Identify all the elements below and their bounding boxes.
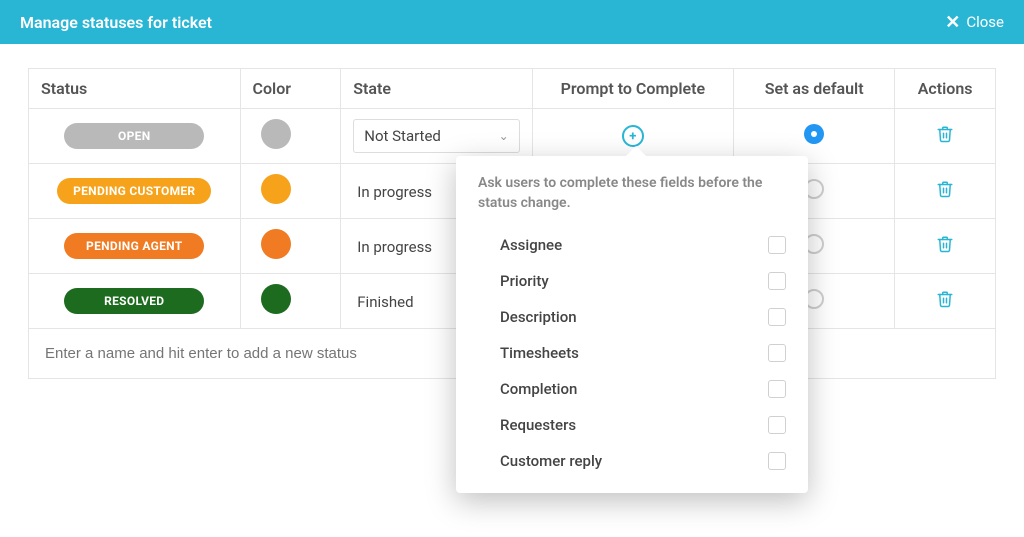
modal-title: Manage statuses for ticket bbox=[20, 13, 212, 32]
delete-icon[interactable] bbox=[936, 179, 954, 203]
color-swatch[interactable] bbox=[261, 229, 291, 259]
default-radio[interactable] bbox=[804, 124, 824, 144]
prompt-field-item: Completion bbox=[500, 371, 786, 407]
prompt-to-complete-button[interactable] bbox=[622, 125, 644, 147]
field-label: Assignee bbox=[500, 236, 562, 254]
prompt-field-item: Timesheets bbox=[500, 335, 786, 371]
delete-icon[interactable] bbox=[936, 289, 954, 313]
col-header-actions: Actions bbox=[895, 69, 996, 109]
field-checkbox[interactable] bbox=[768, 272, 786, 290]
color-swatch[interactable] bbox=[261, 119, 291, 149]
prompt-field-item: Description bbox=[500, 299, 786, 335]
prompt-field-item: Requesters bbox=[500, 407, 786, 443]
field-label: Customer reply bbox=[500, 452, 602, 470]
field-label: Timesheets bbox=[500, 344, 579, 362]
field-checkbox[interactable] bbox=[768, 308, 786, 326]
popover-description: Ask users to complete these fields befor… bbox=[478, 174, 786, 213]
status-pill[interactable]: OPEN bbox=[64, 123, 204, 149]
field-label: Priority bbox=[500, 272, 549, 290]
col-header-state: State bbox=[341, 69, 532, 109]
field-checkbox[interactable] bbox=[768, 236, 786, 254]
prompt-field-item: Priority bbox=[500, 263, 786, 299]
field-checkbox[interactable] bbox=[768, 452, 786, 470]
state-value: In progress bbox=[353, 183, 432, 201]
chevron-down-icon: ⌄ bbox=[499, 129, 509, 143]
delete-icon[interactable] bbox=[936, 124, 954, 148]
delete-icon[interactable] bbox=[936, 234, 954, 258]
col-header-color: Color bbox=[240, 69, 341, 109]
state-value: In progress bbox=[353, 238, 432, 256]
prompt-field-item: Assignee bbox=[500, 227, 786, 263]
state-value: Not Started bbox=[364, 127, 441, 145]
field-label: Description bbox=[500, 308, 577, 326]
field-label: Completion bbox=[500, 380, 577, 398]
color-swatch[interactable] bbox=[261, 284, 291, 314]
field-label: Requesters bbox=[500, 416, 576, 434]
prompt-popover: Ask users to complete these fields befor… bbox=[456, 156, 808, 493]
field-checkbox[interactable] bbox=[768, 344, 786, 362]
close-icon: ✕ bbox=[945, 12, 960, 33]
col-header-default: Set as default bbox=[734, 69, 895, 109]
col-header-prompt: Prompt to Complete bbox=[532, 69, 733, 109]
status-pill[interactable]: PENDING AGENT bbox=[64, 233, 204, 259]
state-value: Finished bbox=[353, 293, 413, 311]
color-swatch[interactable] bbox=[261, 174, 291, 204]
modal-header: Manage statuses for ticket ✕ Close bbox=[0, 0, 1024, 44]
status-pill[interactable]: RESOLVED bbox=[64, 288, 204, 314]
close-label: Close bbox=[966, 13, 1004, 31]
field-checkbox[interactable] bbox=[768, 380, 786, 398]
prompt-field-list: Assignee Priority Description Timesheets Com… bbox=[478, 227, 786, 479]
field-checkbox[interactable] bbox=[768, 416, 786, 434]
state-select[interactable]: Not Started ⌄ bbox=[353, 119, 519, 153]
close-button[interactable]: ✕ Close bbox=[945, 12, 1004, 33]
status-pill[interactable]: PENDING CUSTOMER bbox=[57, 178, 211, 204]
col-header-status: Status bbox=[29, 69, 241, 109]
prompt-field-item: Customer reply bbox=[500, 443, 786, 479]
